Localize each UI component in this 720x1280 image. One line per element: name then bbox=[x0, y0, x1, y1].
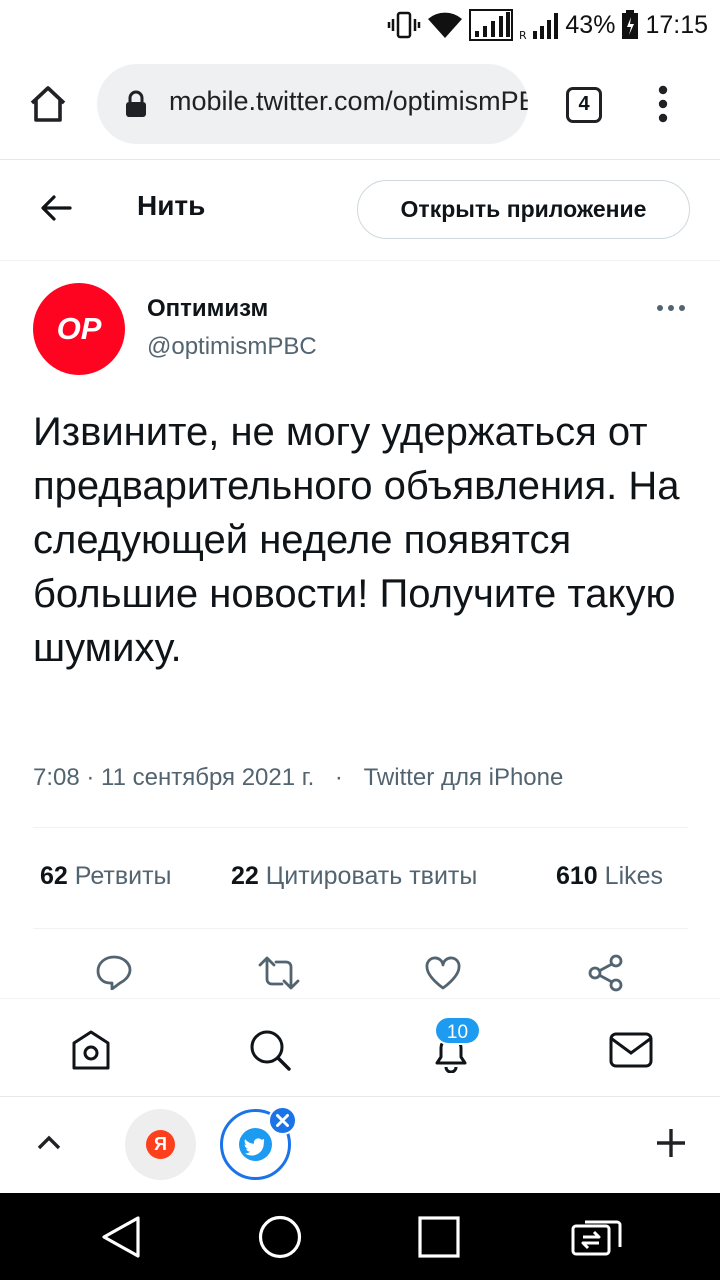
likes-stat[interactable]: 610 Likes bbox=[556, 862, 663, 891]
home-nav-icon[interactable] bbox=[70, 1029, 112, 1071]
more-options-icon[interactable] bbox=[656, 304, 686, 312]
twitter-bottom-nav bbox=[0, 998, 720, 1095]
open-app-button[interactable]: Открыть приложение bbox=[357, 180, 690, 239]
recents-square-icon[interactable] bbox=[418, 1216, 460, 1258]
search-nav-icon[interactable] bbox=[248, 1029, 292, 1071]
author-name[interactable]: Оптимизм bbox=[147, 295, 268, 323]
browser-tab-strip bbox=[0, 1096, 720, 1193]
likes-count: 610 bbox=[556, 862, 598, 890]
divider bbox=[33, 827, 688, 828]
quotes-stat[interactable]: 22 Цитировать твиты bbox=[231, 862, 477, 891]
page-title: Нить bbox=[137, 190, 206, 221]
browser-menu-icon[interactable] bbox=[656, 85, 670, 123]
retweet-icon[interactable] bbox=[257, 956, 301, 990]
address-bar[interactable]: mobile.twitter.com/optimismPBC bbox=[97, 64, 528, 144]
system-nav-bar bbox=[0, 1193, 720, 1280]
likes-label: Likes bbox=[604, 862, 664, 890]
quotes-count: 22 bbox=[231, 862, 259, 890]
close-tab-icon[interactable] bbox=[268, 1106, 297, 1135]
yandex-logo: Я bbox=[146, 1130, 175, 1159]
retweets-stat[interactable]: 62 Ретвиты bbox=[40, 862, 172, 891]
chevron-up-icon[interactable] bbox=[36, 1133, 62, 1151]
quotes-label: Цитировать твиты bbox=[265, 862, 478, 890]
url-text: mobile.twitter.com/optimismPBC bbox=[169, 86, 528, 116]
signal-icon-1 bbox=[469, 9, 514, 41]
messages-nav-icon[interactable] bbox=[609, 1031, 653, 1069]
notifications-badge: 10 bbox=[434, 1016, 481, 1045]
status-bar: R 43% 17:15 bbox=[0, 0, 720, 50]
back-triangle-icon[interactable] bbox=[100, 1215, 142, 1259]
battery-icon bbox=[621, 10, 639, 40]
tweet-actions bbox=[0, 948, 720, 998]
divider bbox=[33, 928, 688, 929]
avatar[interactable]: OP bbox=[33, 283, 125, 375]
new-tab-plus-icon[interactable] bbox=[655, 1127, 687, 1159]
share-icon[interactable] bbox=[587, 954, 625, 992]
meta-separator: · bbox=[334, 764, 343, 791]
tweet-source[interactable]: Twitter для iPhone bbox=[364, 764, 564, 791]
home-icon[interactable] bbox=[28, 85, 68, 123]
lock-icon bbox=[124, 89, 148, 119]
clock: 17:15 bbox=[645, 10, 708, 39]
status-icons: R 43% 17:15 bbox=[387, 8, 708, 42]
wifi-icon bbox=[427, 11, 463, 39]
retweets-count: 62 bbox=[40, 862, 68, 890]
like-icon[interactable] bbox=[424, 956, 462, 990]
tweet-meta: 7:08 · 11 сентября 2021 г. · Twitter для… bbox=[33, 764, 563, 792]
tab-switcher-button[interactable]: 4 bbox=[566, 87, 602, 123]
vibrate-icon bbox=[387, 10, 421, 40]
tweet-text: Извините, не могу удержаться от предвари… bbox=[33, 410, 680, 670]
signal-icon-2: R bbox=[519, 9, 559, 41]
reply-icon[interactable] bbox=[95, 954, 133, 990]
author-handle[interactable]: @optimismPBC bbox=[147, 333, 317, 361]
back-arrow-icon[interactable] bbox=[40, 193, 72, 223]
home-circle-icon[interactable] bbox=[258, 1215, 302, 1259]
battery-percent: 43% bbox=[565, 10, 616, 39]
switch-apps-icon[interactable] bbox=[571, 1218, 623, 1258]
retweets-label: Ретвиты bbox=[74, 862, 172, 890]
tweet-timestamp[interactable]: 7:08 · 11 сентября 2021 г. bbox=[33, 764, 314, 791]
twitter-logo-icon bbox=[239, 1128, 272, 1161]
svg-text:R: R bbox=[519, 29, 527, 41]
